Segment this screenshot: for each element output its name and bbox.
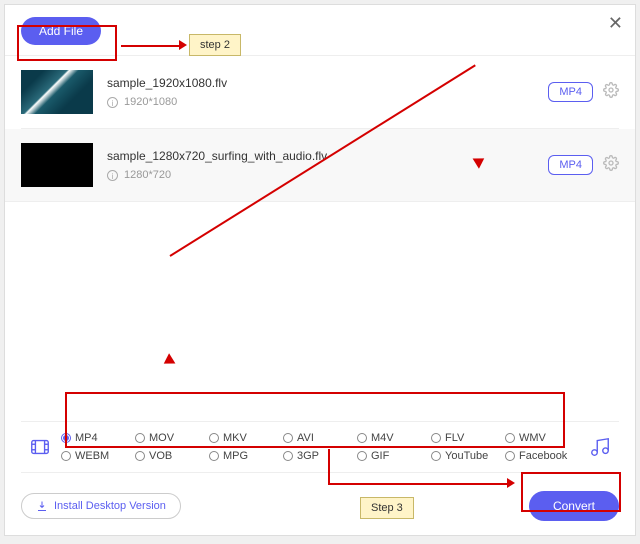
radio-icon <box>357 451 367 461</box>
bottom-bar: Install Desktop Version Convert <box>21 491 619 521</box>
file-meta: i 1280*720 <box>107 169 548 181</box>
file-name: sample_1920x1080.flv <box>107 76 548 90</box>
format-option-m4v[interactable]: M4V <box>357 432 431 444</box>
convert-button[interactable]: Convert <box>529 491 619 521</box>
format-option-3gp[interactable]: 3GP <box>283 450 357 462</box>
add-file-button[interactable]: Add File <box>21 17 101 45</box>
format-label: YouTube <box>445 450 488 462</box>
file-name: sample_1280x720_surfing_with_audio.flv <box>107 149 548 163</box>
format-label: 3GP <box>297 450 319 462</box>
format-option-avi[interactable]: AVI <box>283 432 357 444</box>
format-label: WMV <box>519 432 546 444</box>
format-option-gif[interactable]: GIF <box>357 450 431 462</box>
annotation-arrowhead <box>507 478 515 488</box>
file-thumbnail <box>21 143 93 187</box>
radio-icon <box>209 433 219 443</box>
file-meta: i 1920*1080 <box>107 96 548 108</box>
format-label: M4V <box>371 432 394 444</box>
radio-icon <box>61 433 71 443</box>
app-window: ✕ Add File sample_1920x1080.flv i 1920*1… <box>4 4 636 536</box>
annotation-arrowhead <box>161 353 176 368</box>
radio-icon <box>505 433 515 443</box>
format-label: VOB <box>149 450 172 462</box>
radio-icon <box>357 433 367 443</box>
file-thumbnail <box>21 70 93 114</box>
radio-icon <box>431 433 441 443</box>
video-icon[interactable] <box>25 436 55 458</box>
radio-icon <box>283 451 293 461</box>
radio-icon <box>209 451 219 461</box>
install-desktop-button[interactable]: Install Desktop Version <box>21 493 181 519</box>
format-option-mpg[interactable]: MPG <box>209 450 283 462</box>
format-label: WEBM <box>75 450 109 462</box>
format-option-mp4[interactable]: MP4 <box>61 432 135 444</box>
gear-icon[interactable] <box>603 155 619 176</box>
format-label: AVI <box>297 432 314 444</box>
format-option-wmv[interactable]: WMV <box>505 432 579 444</box>
format-option-vob[interactable]: VOB <box>135 450 209 462</box>
format-label: MOV <box>149 432 174 444</box>
format-label: GIF <box>371 450 389 462</box>
format-panel: MP4 MOV MKV AVI M4V FLV WMV WEBM VOB MPG 3GP GIF You… <box>21 421 619 473</box>
format-option-facebook[interactable]: Facebook <box>505 450 579 462</box>
format-option-youtube[interactable]: YouTube <box>431 450 505 462</box>
format-option-webm[interactable]: WEBM <box>61 450 135 462</box>
file-info: sample_1920x1080.flv i 1920*1080 <box>107 76 548 108</box>
file-list: sample_1920x1080.flv i 1920*1080 MP4 sam… <box>5 56 635 202</box>
file-row: sample_1280x720_surfing_with_audio.flv i… <box>5 129 635 202</box>
gear-icon[interactable] <box>603 82 619 103</box>
file-info: sample_1280x720_surfing_with_audio.flv i… <box>107 149 548 181</box>
format-label: MKV <box>223 432 247 444</box>
download-icon <box>36 500 48 512</box>
install-label: Install Desktop Version <box>54 500 166 512</box>
format-label: FLV <box>445 432 464 444</box>
format-options: MP4 MOV MKV AVI M4V FLV WMV WEBM VOB MPG 3GP GIF You… <box>55 432 585 462</box>
file-resolution: 1920*1080 <box>124 96 177 108</box>
radio-icon <box>135 451 145 461</box>
file-row: sample_1920x1080.flv i 1920*1080 MP4 <box>21 56 619 129</box>
toolbar: Add File <box>5 5 635 56</box>
close-icon[interactable]: ✕ <box>608 13 623 34</box>
format-option-mov[interactable]: MOV <box>135 432 209 444</box>
format-label: MPG <box>223 450 248 462</box>
format-option-flv[interactable]: FLV <box>431 432 505 444</box>
format-option-mkv[interactable]: MKV <box>209 432 283 444</box>
audio-icon[interactable] <box>585 436 615 458</box>
info-icon: i <box>107 97 118 108</box>
info-icon: i <box>107 170 118 181</box>
radio-icon <box>283 433 293 443</box>
target-format-button[interactable]: MP4 <box>548 155 593 175</box>
target-format-button[interactable]: MP4 <box>548 82 593 102</box>
file-resolution: 1280*720 <box>124 169 171 181</box>
format-label: MP4 <box>75 432 98 444</box>
radio-icon <box>135 433 145 443</box>
radio-icon <box>61 451 71 461</box>
radio-icon <box>431 451 441 461</box>
annotation-arrow <box>328 483 508 485</box>
radio-icon <box>505 451 515 461</box>
format-label: Facebook <box>519 450 567 462</box>
